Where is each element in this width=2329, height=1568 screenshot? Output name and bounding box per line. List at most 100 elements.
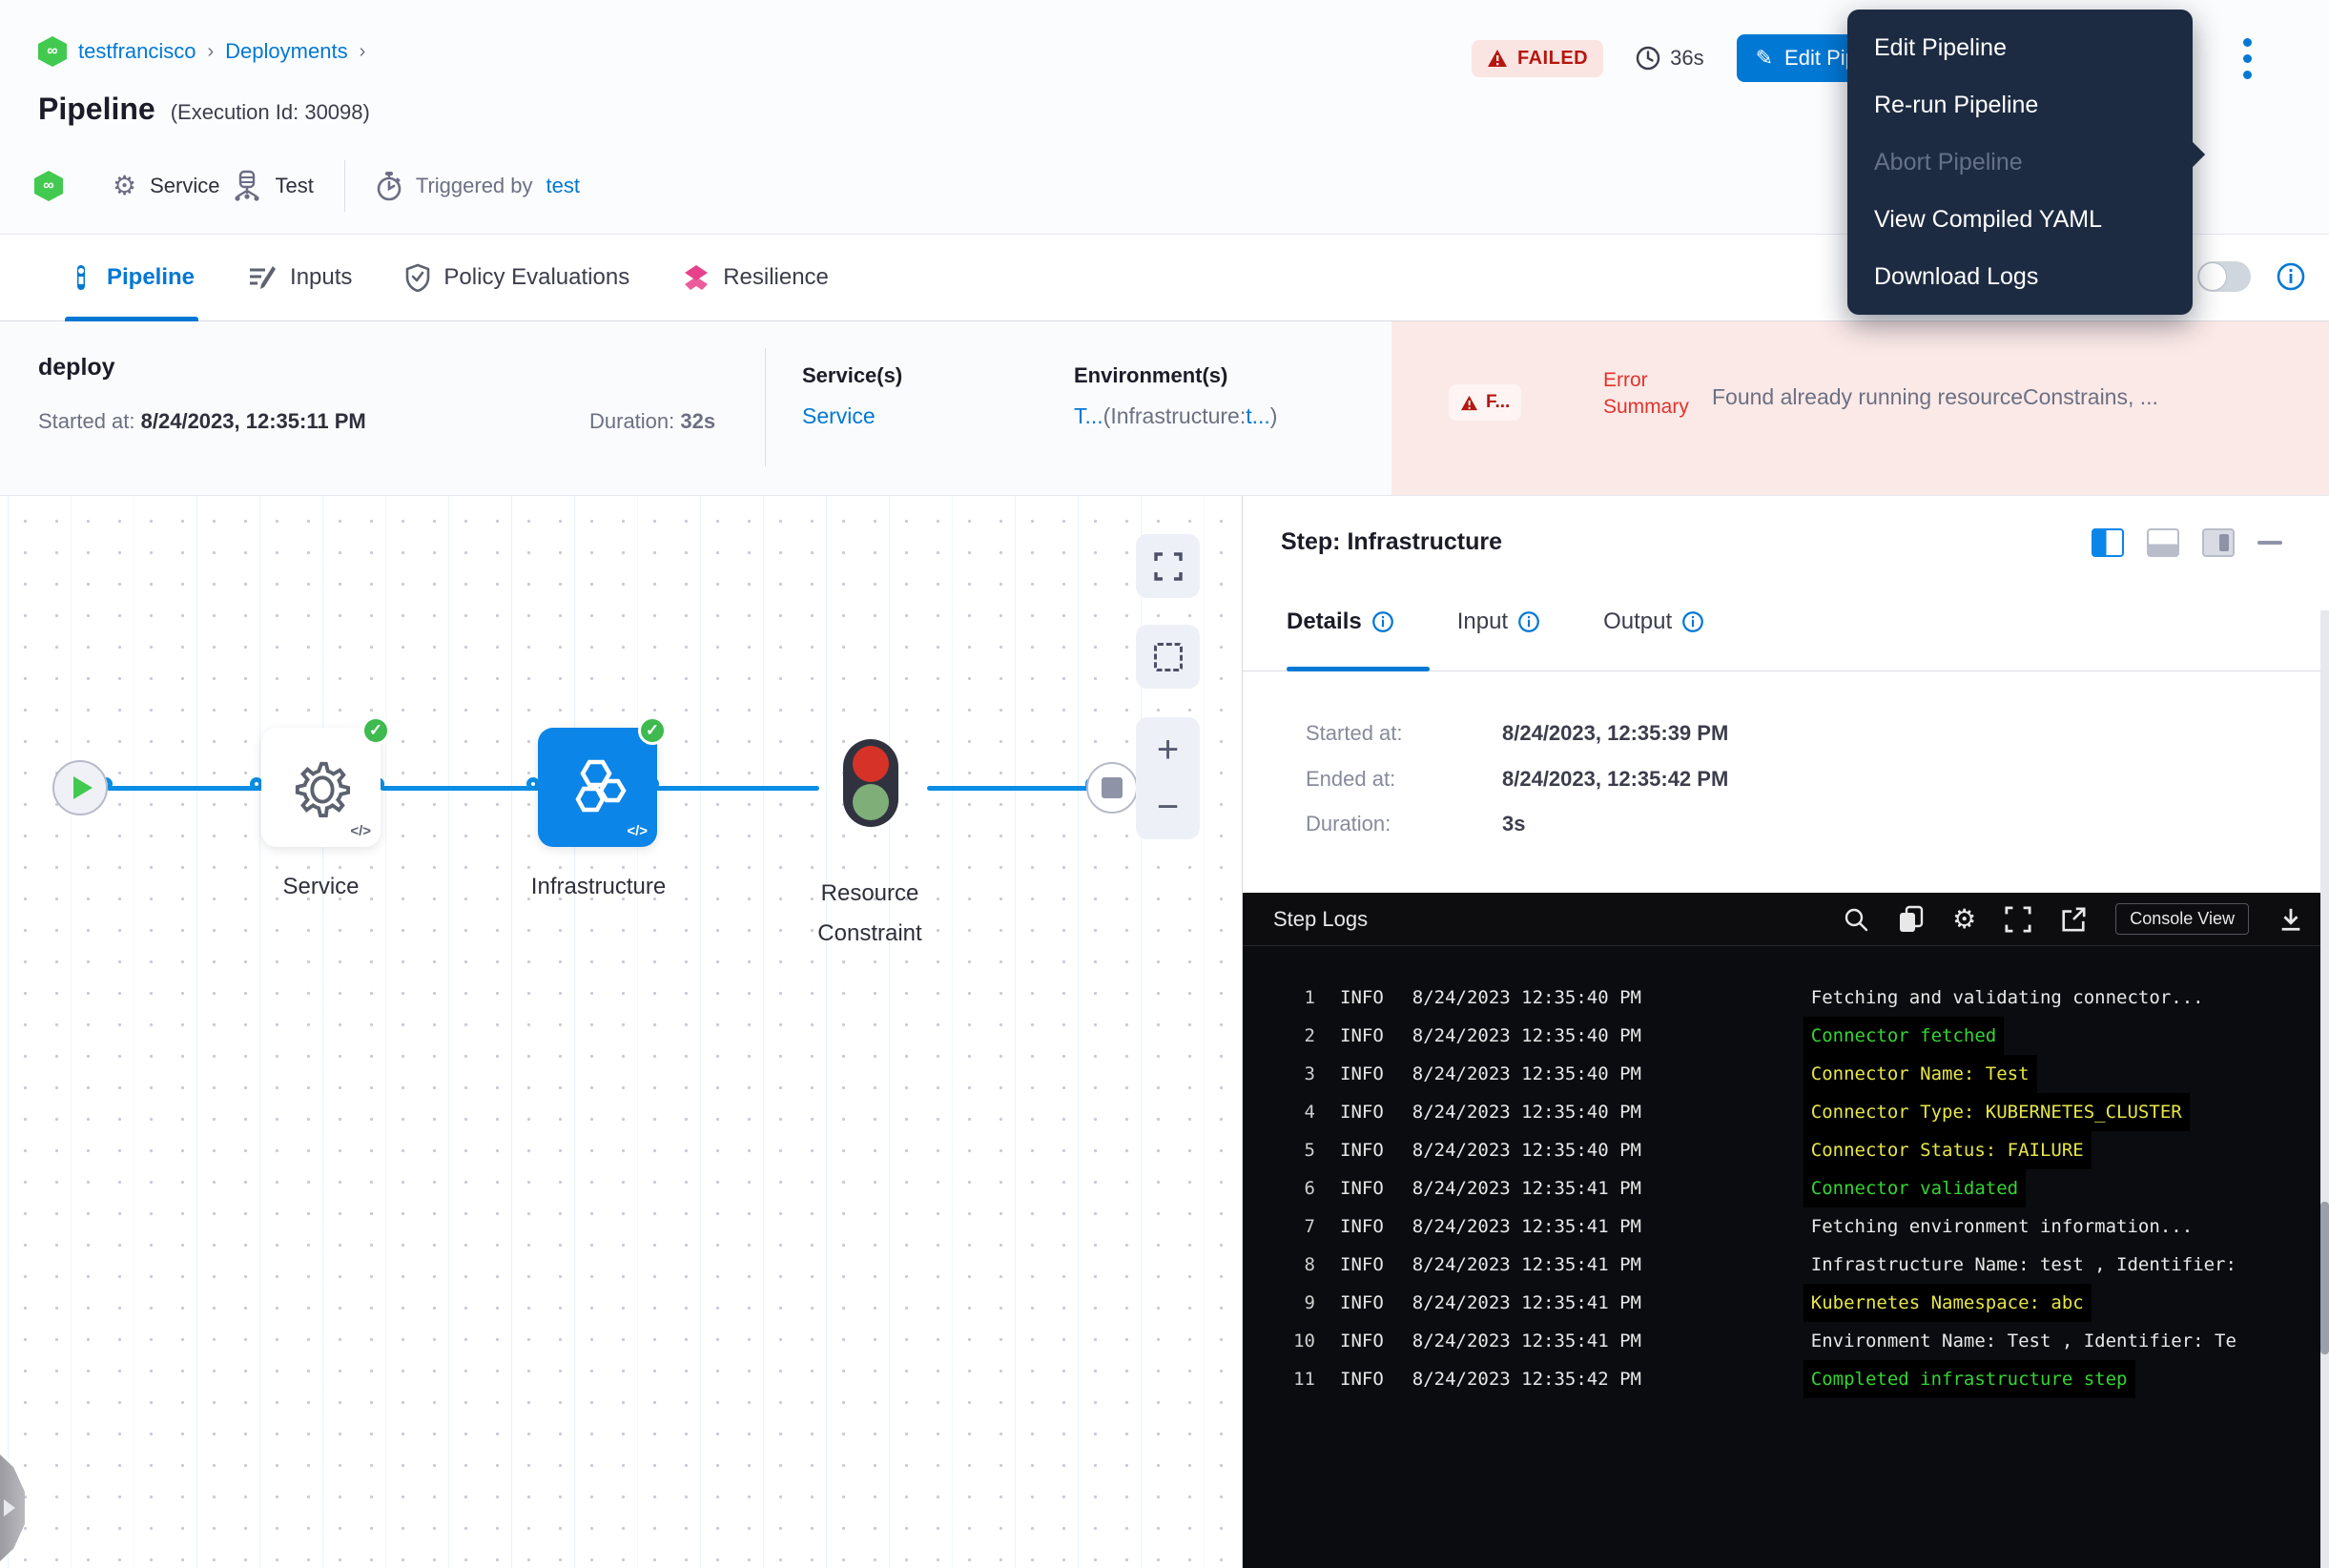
- log-timestamp: 8/24/2023 12:35:41 PM: [1412, 1284, 1643, 1322]
- tabbar-right-cluster: [2197, 261, 2306, 292]
- layout-split-horizontal-icon[interactable]: [2147, 528, 2179, 557]
- zoom-in-button[interactable]: +: [1157, 721, 1179, 778]
- infrastructure-link[interactable]: t...: [1246, 403, 1270, 428]
- tab-policy-evaluations[interactable]: Policy Evaluations: [405, 235, 629, 320]
- pipeline-graph-canvas[interactable]: ✓ </> Service ✓ </> Infrastructure Resou…: [0, 496, 1242, 1568]
- log-message: Connector Name: Test: [1803, 1055, 2037, 1093]
- duration-label: Duration:: [1306, 812, 1391, 836]
- more-options-kebab-icon[interactable]: [2243, 38, 2252, 79]
- menu-item[interactable]: Download Logs: [1847, 248, 2193, 305]
- code-icon: </>: [350, 823, 371, 839]
- panel-scrollbar[interactable]: [2320, 610, 2329, 1568]
- menu-item[interactable]: Edit Pipeline: [1847, 19, 2193, 76]
- chevron-right-icon: ›: [208, 41, 215, 63]
- log-level: INFO: [1340, 979, 1384, 1017]
- info-icon: [1517, 610, 1540, 633]
- canvas-zoom-controls: + −: [1136, 717, 1200, 839]
- log-rows: 1 INFO 8/24/2023 12:35:40 PM Fetching an…: [1243, 979, 2329, 1398]
- canvas-fullscreen-button[interactable]: [1136, 534, 1200, 598]
- divider: [344, 160, 345, 212]
- layout-right-panel-icon[interactable]: [2202, 528, 2235, 557]
- environment-tag-label[interactable]: Test: [275, 174, 313, 198]
- step-details-panel: Step: Infrastructure Details Input Outpu…: [1242, 496, 2329, 1568]
- info-icon[interactable]: [2276, 261, 2306, 292]
- triggered-by-label: Triggered by: [416, 174, 533, 198]
- settings-gear-icon[interactable]: ⚙: [1952, 906, 1976, 933]
- execution-duration-value: 36s: [1670, 46, 1703, 71]
- log-timestamp: 8/24/2023 12:35:41 PM: [1412, 1322, 1643, 1360]
- panel-layout-controls: [2092, 528, 2282, 557]
- shield-check-icon: [405, 263, 430, 292]
- log-line-number: 1: [1277, 979, 1315, 1017]
- menu-item[interactable]: Re-run Pipeline: [1847, 76, 2193, 134]
- environment-icon: [233, 170, 261, 202]
- service-node[interactable]: ✓ </>: [261, 728, 381, 847]
- log-level: INFO: [1340, 1322, 1384, 1360]
- ended-at-label: Ended at:: [1306, 767, 1395, 792]
- resource-constraint-node[interactable]: [843, 739, 898, 827]
- error-summary-text[interactable]: Found already running resourceConstrains…: [1712, 384, 2284, 410]
- log-level: INFO: [1340, 1207, 1384, 1246]
- title-row: Pipeline (Execution Id: 30098): [38, 92, 370, 127]
- canvas-select-button[interactable]: [1136, 625, 1200, 689]
- fullscreen-icon[interactable]: [2005, 906, 2031, 933]
- pipeline-actions-menu: Edit Pipeline Re-run Pipeline Abort Pipe…: [1847, 10, 2193, 315]
- clock-icon: [1636, 46, 1660, 71]
- log-message: Connector fetched: [1803, 1017, 2004, 1055]
- console-view-button[interactable]: Console View: [2115, 903, 2249, 935]
- menu-item[interactable]: Abort Pipeline: [1847, 134, 2193, 191]
- open-external-icon[interactable]: [2060, 906, 2087, 933]
- page-title: Pipeline: [38, 92, 155, 127]
- tab-details[interactable]: Details: [1287, 609, 1394, 635]
- infrastructure-node[interactable]: ✓ </>: [538, 728, 657, 847]
- panel-scrollbar-thumb[interactable]: [2320, 1202, 2329, 1354]
- minimize-panel-icon[interactable]: [2257, 541, 2282, 545]
- log-row: 9 INFO 8/24/2023 12:35:41 PM Kubernetes …: [1243, 1284, 2329, 1322]
- inputs-icon: [248, 264, 277, 291]
- play-icon: [73, 776, 93, 799]
- expand-left-panel-handle[interactable]: [0, 1455, 25, 1561]
- view-toggle[interactable]: [2197, 261, 2251, 292]
- end-node[interactable]: [1086, 762, 1138, 814]
- log-message: Fetching and validating connector...: [1803, 979, 2212, 1017]
- log-line-number: 2: [1277, 1017, 1315, 1055]
- tab-input[interactable]: Input: [1457, 609, 1540, 635]
- tab-inputs-label: Inputs: [290, 264, 352, 291]
- stage-name[interactable]: deploy: [38, 354, 115, 382]
- service-tag-label[interactable]: Service: [150, 174, 219, 198]
- step-logs-header: Step Logs ⚙ Console View: [1243, 893, 2329, 946]
- tab-policy-evaluations-label: Policy Evaluations: [443, 264, 629, 291]
- tab-output[interactable]: Output: [1603, 609, 1704, 635]
- log-row: 4 INFO 8/24/2023 12:35:40 PM Connector T…: [1243, 1093, 2329, 1131]
- tab-pipeline[interactable]: Pipeline: [69, 235, 195, 320]
- service-link[interactable]: Service: [802, 403, 876, 428]
- status-badge-label: FAILED: [1517, 48, 1588, 70]
- start-node[interactable]: [52, 760, 108, 815]
- zoom-out-button[interactable]: −: [1157, 778, 1179, 836]
- marquee-select-icon: [1154, 643, 1183, 671]
- breadcrumb-project-link[interactable]: testfrancisco: [78, 39, 196, 64]
- tab-inputs[interactable]: Inputs: [248, 235, 352, 320]
- layout-split-vertical-icon[interactable]: [2092, 528, 2124, 557]
- environment-link[interactable]: T...: [1074, 403, 1103, 428]
- log-line-number: 7: [1277, 1207, 1315, 1246]
- success-check-icon: ✓: [361, 716, 390, 745]
- log-message: Connector Status: FAILURE: [1803, 1131, 2092, 1169]
- breadcrumb-deployments-link[interactable]: Deployments: [225, 39, 347, 64]
- log-line-number: 4: [1277, 1093, 1315, 1131]
- tab-resilience[interactable]: Resilience: [683, 235, 829, 320]
- search-icon[interactable]: [1844, 907, 1868, 932]
- trigger-user-link[interactable]: test: [546, 174, 580, 198]
- menu-item[interactable]: View Compiled YAML: [1847, 191, 2193, 248]
- log-timestamp: 8/24/2023 12:35:41 PM: [1412, 1246, 1643, 1284]
- step-logs-console[interactable]: 1 INFO 8/24/2023 12:35:40 PM Fetching an…: [1243, 946, 2329, 1568]
- status-badge: FAILED: [1472, 40, 1603, 77]
- log-row: 7 INFO 8/24/2023 12:35:41 PM Fetching en…: [1243, 1207, 2329, 1246]
- caret-right-icon: [4, 1499, 15, 1516]
- green-light-icon: [853, 784, 889, 820]
- download-icon[interactable]: [2277, 906, 2304, 933]
- execution-status-cluster: FAILED 36s ✎ Edit Pipeline: [1472, 34, 1910, 82]
- log-row: 8 INFO 8/24/2023 12:35:41 PM Infrastruct…: [1243, 1246, 2329, 1284]
- copy-icon[interactable]: [1897, 905, 1924, 934]
- log-timestamp: 8/24/2023 12:35:40 PM: [1412, 1055, 1643, 1093]
